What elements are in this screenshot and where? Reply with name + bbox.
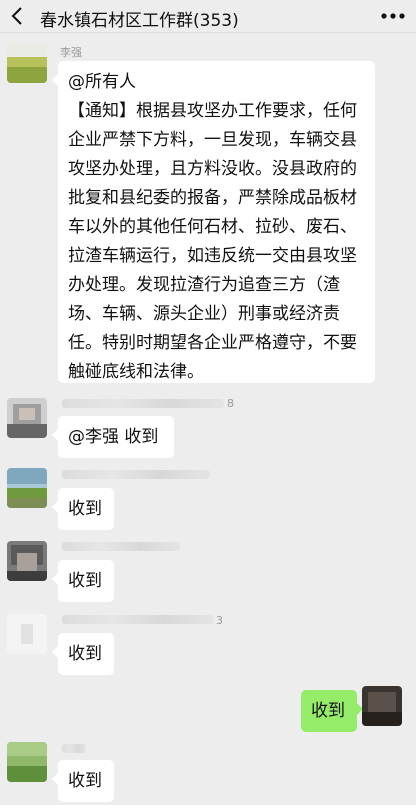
message-text: 收到 (68, 771, 102, 791)
avatar[interactable] (7, 398, 47, 438)
sender-suffix: 8 (227, 397, 234, 410)
avatar[interactable] (7, 742, 47, 782)
message-bubble[interactable]: 收到 (52, 488, 114, 530)
avatar[interactable] (7, 43, 47, 83)
sender-name-blurred (62, 744, 86, 753)
avatar[interactable] (7, 614, 47, 654)
message-text: 收到 (68, 571, 102, 591)
avatar-self[interactable] (362, 686, 402, 726)
chat-title: 春水镇石材区工作群(353) (40, 11, 239, 31)
message-text: 收到 (68, 499, 102, 519)
sender-name-blurred (62, 399, 224, 408)
message-bubble-self[interactable]: 收到 (301, 690, 363, 732)
message-text: @李强 收到 (68, 427, 159, 447)
sender-name-blurred (62, 470, 210, 479)
message-bubble[interactable]: 收到 (52, 560, 114, 602)
sender-name: 李强 (60, 46, 82, 59)
message-text: @所有人 【通知】根据县攻坚办工作要求，任何企业严禁下方料，一旦发现，车辆交县攻… (68, 72, 357, 382)
sender-name-blurred (62, 615, 214, 624)
message-text: 收到 (68, 644, 102, 664)
message-bubble[interactable]: 收到 (52, 633, 114, 675)
sender-name-blurred (62, 542, 180, 551)
message-bubble[interactable]: @所有人 【通知】根据县攻坚办工作要求，任何企业严禁下方料，一旦发现，车辆交县攻… (52, 61, 375, 383)
sender-suffix: 3 (216, 614, 223, 627)
message-bubble[interactable]: @李强 收到 (52, 416, 174, 458)
avatar[interactable] (7, 468, 47, 508)
message-text: 收到 (311, 701, 345, 721)
message-bubble[interactable]: 收到 (52, 760, 114, 802)
avatar[interactable] (7, 541, 47, 581)
chat-header: 春水镇石材区工作群(353) (0, 0, 416, 33)
more-dots-icon[interactable] (380, 9, 406, 23)
chevron-left-icon[interactable] (8, 4, 28, 28)
